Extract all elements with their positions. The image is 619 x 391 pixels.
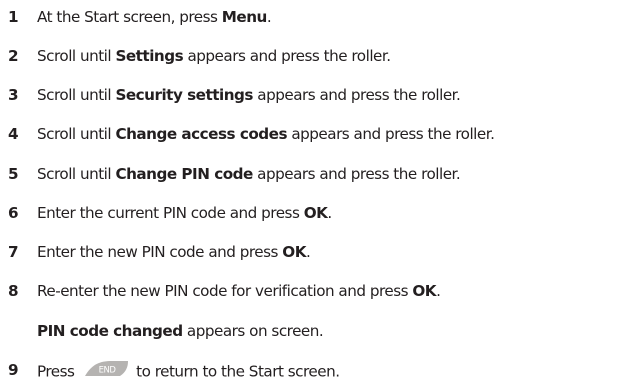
- step-text: At the Start screen, press: [37, 8, 222, 26]
- menu-keyword: Menu: [221, 8, 268, 26]
- step-number: 2: [8, 47, 19, 65]
- step-number: 8: [8, 282, 19, 300]
- change-access-codes-keyword: Change access codes: [115, 125, 287, 143]
- step-number: 3: [8, 86, 19, 104]
- step-text: Enter the current PIN code and press: [37, 204, 304, 222]
- step-text: Scroll until: [37, 86, 116, 104]
- security-settings-keyword: Security settings: [115, 86, 253, 104]
- step-text: Scroll until: [37, 165, 116, 183]
- ok-keyword: OK: [282, 243, 306, 261]
- step-number: 7: [8, 243, 19, 261]
- change-pin-code-keyword: Change PIN code: [115, 165, 253, 183]
- step-number: 9: [8, 361, 19, 379]
- ok-keyword: OK: [303, 204, 328, 222]
- step-number: 1: [8, 8, 19, 26]
- ok-keyword: OK: [412, 282, 437, 300]
- step-number: 4: [8, 125, 19, 143]
- pin-code-changed-keyword: PIN code changed: [37, 322, 183, 340]
- step-text: Scroll until: [37, 47, 116, 65]
- end-key-label: END: [98, 366, 116, 376]
- step-text: Re-enter the new PIN code for verificati…: [37, 282, 413, 300]
- step-number: 5: [8, 165, 19, 183]
- step-text: Scroll until: [37, 125, 116, 143]
- step-text: Enter the new PIN code and press: [37, 243, 283, 261]
- end-key-icon: END: [82, 359, 130, 383]
- settings-keyword: Settings: [115, 47, 184, 65]
- step-number: 6: [8, 204, 19, 222]
- step-text: Press: [37, 362, 79, 381]
- step-8-result: PIN code changed appears on screen.: [37, 322, 324, 340]
